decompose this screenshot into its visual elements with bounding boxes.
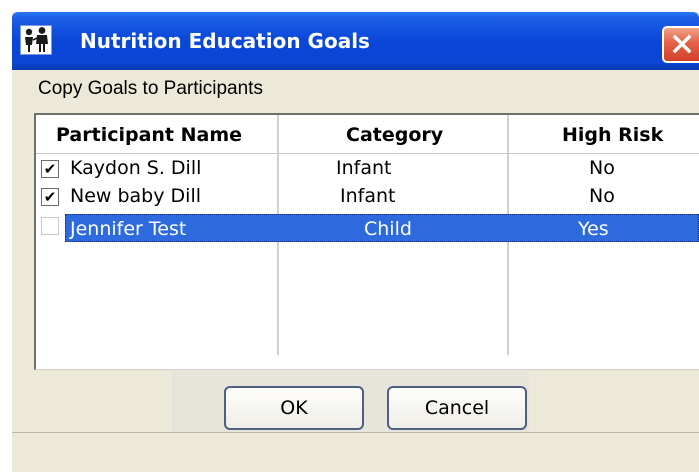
status-bar-divider — [12, 432, 699, 433]
participant-high-risk: No — [589, 157, 615, 179]
ok-button[interactable]: OK — [224, 386, 364, 430]
column-header-participant-name[interactable]: Participant Name — [56, 124, 242, 146]
title-bar[interactable]: Nutrition Education Goals — [12, 12, 699, 70]
participant-category: Child — [364, 218, 412, 240]
button-panel: OK Cancel — [172, 371, 529, 433]
participant-name: New baby Dill — [70, 185, 201, 207]
close-button[interactable] — [662, 26, 699, 63]
row-checkbox[interactable]: ✔ — [41, 160, 59, 178]
row-checkbox[interactable] — [41, 217, 59, 235]
participants-table: Participant Name Category High Risk ✔ Ka… — [34, 113, 699, 370]
participant-category: Infant — [336, 157, 392, 179]
table-row-selected[interactable]: Jennifer Test Child Yes — [36, 211, 699, 242]
window-title: Nutrition Education Goals — [80, 29, 370, 53]
column-header-high-risk[interactable]: High Risk — [562, 124, 663, 146]
table-row[interactable]: ✔ New baby Dill Infant No — [36, 181, 699, 212]
table-row[interactable]: ✔ Kaydon S. Dill Infant No — [36, 153, 699, 184]
participant-name: Kaydon S. Dill — [70, 157, 202, 179]
participant-name: Jennifer Test — [70, 218, 187, 240]
participant-high-risk: No — [589, 185, 615, 207]
column-header-category[interactable]: Category — [346, 124, 443, 146]
participant-category: Infant — [340, 185, 396, 207]
section-label: Copy Goals to Participants — [38, 78, 263, 99]
participant-high-risk: Yes — [578, 218, 609, 240]
close-icon — [672, 34, 692, 54]
family-icon — [20, 25, 52, 55]
row-checkbox[interactable]: ✔ — [41, 188, 59, 206]
cancel-button[interactable]: Cancel — [387, 386, 527, 430]
dialog-window: Nutrition Education Goals Copy Goals to … — [12, 12, 699, 472]
